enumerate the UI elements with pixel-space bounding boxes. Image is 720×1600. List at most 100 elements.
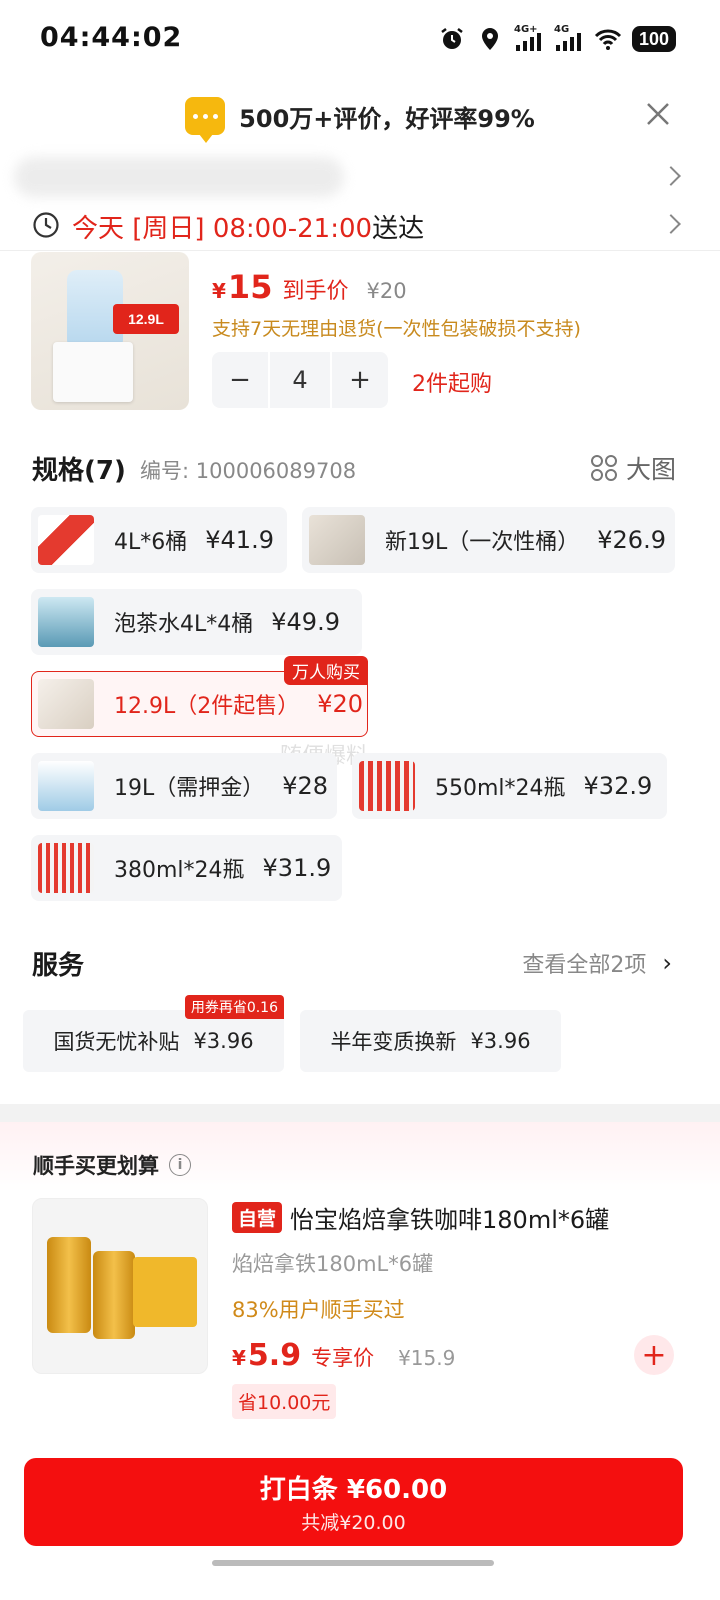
status-icons: 4G+ 4G 100 xyxy=(438,22,676,56)
chevron-right-icon: › xyxy=(662,949,672,977)
recommend-price-label: 专享价 xyxy=(311,1346,375,1370)
spec-option[interactable]: 新19L（一次性桶） ¥26.9 xyxy=(302,507,675,573)
recommend-name: 怡宝焰焙拿铁咖啡180ml*6罐 xyxy=(290,1206,610,1234)
battery-icon: 100 xyxy=(632,26,676,52)
can-graphic xyxy=(47,1237,91,1333)
option-price: ¥49.9 xyxy=(271,608,340,636)
option-thumbnail xyxy=(38,843,94,893)
info-icon[interactable]: i xyxy=(169,1154,191,1176)
option-label: 泡茶水4L*4桶 xyxy=(114,612,254,637)
service-label: 国货无忧补贴 xyxy=(53,1030,180,1054)
recommend-price: 5.9 xyxy=(247,1338,302,1373)
hot-badge: 万人购买 xyxy=(284,656,368,685)
delivery-time: 今天 [周日] 08:00-21:00 xyxy=(72,214,373,244)
option-label: 19L（需押金） xyxy=(114,776,265,801)
divider xyxy=(0,250,720,251)
signal-icon: 4G+ xyxy=(514,25,544,53)
box-graphic xyxy=(133,1257,197,1327)
recommend-save: 省10.00元 xyxy=(232,1384,337,1419)
service-price: ¥3.96 xyxy=(193,1029,254,1053)
spec-title: 规格(7) xyxy=(32,456,126,486)
address-row[interactable] xyxy=(0,155,720,201)
service-price: ¥3.96 xyxy=(470,1029,531,1053)
option-price: ¥32.9 xyxy=(583,772,653,800)
original-price: ¥20 xyxy=(366,279,407,303)
view-all-label: 查看全部2项 xyxy=(522,953,647,978)
service-option[interactable]: 国货无忧补贴 ¥3.96 用券再省0.16 xyxy=(23,995,284,1072)
rating-banner: 500万+评价，好评率99% xyxy=(0,88,720,144)
spec-option[interactable]: 4L*6桶 ¥41.9 xyxy=(31,507,287,573)
address-blurred xyxy=(14,157,344,197)
chevron-right-icon xyxy=(661,214,681,234)
chevron-right-icon xyxy=(661,166,681,186)
option-label: 新19L（一次性桶） xyxy=(385,530,580,555)
decrease-button[interactable]: − xyxy=(212,352,268,408)
option-price: ¥41.9 xyxy=(205,526,274,554)
option-price: ¥26.9 xyxy=(597,526,666,554)
option-label: 4L*6桶 xyxy=(114,530,188,555)
service-option[interactable]: 半年变质换新 ¥3.96 xyxy=(300,1010,561,1072)
quantity-stepper: − 4 + xyxy=(212,352,388,408)
option-thumbnail xyxy=(38,597,94,647)
delivery-row[interactable]: 今天 [周日] 08:00-21:00送达 xyxy=(0,200,720,250)
recommend-title-text: 顺手买更划算 xyxy=(33,1154,159,1178)
option-label: 380ml*24瓶 xyxy=(114,858,245,883)
service-label: 半年变质换新 xyxy=(330,1030,457,1054)
recommend-original-price: ¥15.9 xyxy=(398,1346,456,1370)
price-row: ¥ 15 到手价 ¥20 xyxy=(212,268,407,306)
product-image[interactable]: 12.9L xyxy=(31,252,189,410)
alarm-icon xyxy=(441,28,463,49)
coupon-badge: 用券再省0.16 xyxy=(184,995,284,1019)
grid-icon xyxy=(590,455,617,481)
service-title: 服务 xyxy=(32,951,85,981)
increase-button[interactable]: + xyxy=(332,352,388,408)
dispenser-graphic xyxy=(53,342,133,402)
signal-icon: 4G xyxy=(554,25,584,53)
delivery-text: 今天 [周日] 08:00-21:00送达 xyxy=(72,208,424,245)
option-price: ¥31.9 xyxy=(262,854,332,882)
final-price: 15 xyxy=(227,268,273,306)
option-thumbnail xyxy=(359,761,415,811)
pay-main-label: 打白条 ¥60.00 xyxy=(259,1475,448,1505)
rating-text: 500万+评价，好评率99% xyxy=(239,104,535,133)
clock-icon xyxy=(33,212,59,238)
can-graphic xyxy=(93,1251,135,1339)
recommend-name-row[interactable]: 自营 怡宝焰焙拿铁咖啡180ml*6罐 xyxy=(232,1200,609,1235)
big-image-button[interactable]: 大图 xyxy=(590,450,676,486)
option-label: 550ml*24瓶 xyxy=(435,776,566,801)
option-thumbnail xyxy=(38,679,94,729)
pay-button[interactable]: 打白条 ¥60.00 共减¥20.00 xyxy=(24,1458,683,1546)
add-to-cart-button[interactable]: + xyxy=(634,1335,674,1375)
min-purchase: 2件起购 xyxy=(412,372,492,397)
chat-bubble-icon xyxy=(185,97,226,143)
option-price: ¥28 xyxy=(282,772,329,800)
recommend-sub: 焰焙拿铁180mL*6罐 xyxy=(232,1252,434,1276)
spec-option[interactable]: 550ml*24瓶 ¥32.9 xyxy=(352,753,667,819)
option-thumbnail xyxy=(38,515,94,565)
option-price: ¥20 xyxy=(317,690,364,718)
quantity-value[interactable]: 4 xyxy=(268,352,332,408)
recommend-title: 顺手买更划算 i xyxy=(33,1150,191,1180)
currency-symbol: ¥ xyxy=(212,279,226,303)
return-policy: 支持7天无理由退货(一次性包装破损不支持) xyxy=(212,318,581,340)
spec-option-selected[interactable]: 12.9L（2件起售） ¥20 万人购买 xyxy=(31,656,368,737)
pay-sub-label: 共减¥20.00 xyxy=(301,1512,406,1534)
view-all-services[interactable]: 查看全部2项 › xyxy=(522,947,672,979)
spec-option[interactable]: 380ml*24瓶 ¥31.9 xyxy=(31,835,342,901)
spec-option[interactable]: 泡茶水4L*4桶 ¥49.9 xyxy=(31,589,362,655)
close-icon[interactable] xyxy=(640,96,676,132)
status-time: 04:44:02 xyxy=(40,22,183,53)
home-indicator[interactable] xyxy=(212,1560,494,1566)
recommend-price-row: ¥ 5.9 专享价 ¥15.9 xyxy=(232,1338,455,1373)
wifi-icon xyxy=(594,29,622,50)
option-thumbnail xyxy=(38,761,94,811)
big-image-label: 大图 xyxy=(625,455,676,484)
section-divider xyxy=(0,1104,720,1122)
recommend-product-image[interactable] xyxy=(32,1198,208,1374)
recommend-bought: 83%用户顺手买过 xyxy=(232,1298,405,1322)
final-price-label: 到手价 xyxy=(282,279,349,304)
currency-symbol: ¥ xyxy=(232,1346,246,1370)
option-label: 12.9L（2件起售） xyxy=(114,694,300,719)
spec-option[interactable]: 19L（需押金） ¥28 xyxy=(31,753,337,819)
product-image-tag: 12.9L xyxy=(113,304,179,334)
